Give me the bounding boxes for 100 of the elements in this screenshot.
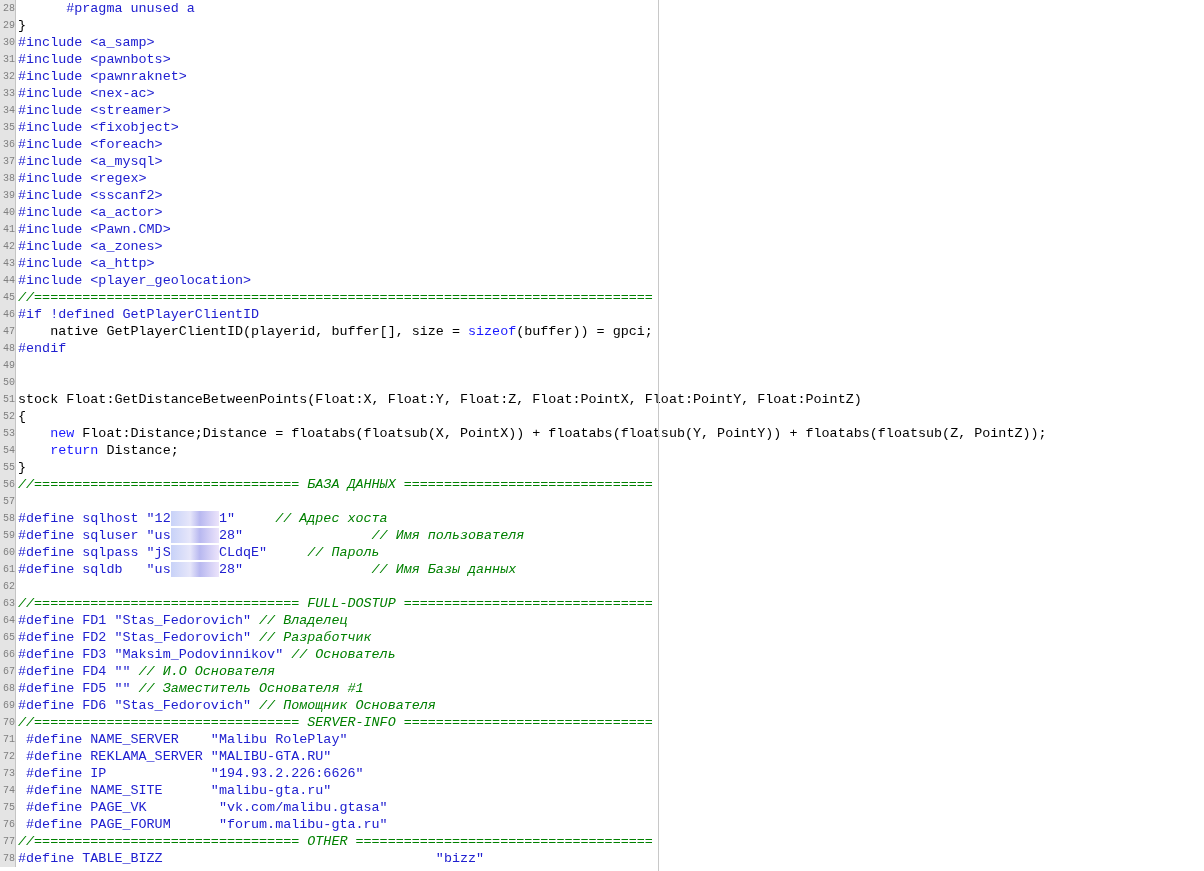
line-number: 68 <box>3 682 15 696</box>
code-line: #define FD6 "Stas_Fedorovich" // Помощник Основателя <box>18 697 436 714</box>
line-number: 46 <box>3 308 15 322</box>
code-line: //================================= SERVER-INFO =============================== <box>18 714 653 731</box>
code-line: #include <fixobject> <box>18 119 179 136</box>
code-text: 28" <box>218 527 244 544</box>
line-number: 32 <box>3 70 15 84</box>
code-text: #define sqldb "us <box>18 561 171 578</box>
line-number: 62 <box>3 580 15 594</box>
line-number: 40 <box>3 206 15 220</box>
line-number: 39 <box>3 189 15 203</box>
code-line: #endif <box>18 340 67 357</box>
code-comment: // Пароль <box>307 544 380 561</box>
line-number: 43 <box>3 257 15 271</box>
code-text: 1" <box>218 510 236 527</box>
line-number: 54 <box>3 444 15 458</box>
redaction-block <box>170 511 219 526</box>
code-line: #include <player_geolocation> <box>18 272 252 289</box>
code-line: #include <sscanf2> <box>18 187 163 204</box>
code-line: native GetPlayerClientID(playerid, buffer[], size = sizeof(buffer)) = gpci; <box>49 323 653 340</box>
code-line: #pragma unused a <box>65 0 195 17</box>
redaction-block <box>170 545 219 560</box>
line-number: 47 <box>3 325 15 339</box>
code-line: #include <a_samp> <box>18 34 155 51</box>
code-line: #include <streamer> <box>18 102 171 119</box>
code-text: CLdqE" <box>218 544 269 561</box>
code-line: #define FD3 "Maksim_Podovinnikov" // Основатель <box>18 646 396 663</box>
line-number: 53 <box>3 427 15 441</box>
code-text: #define sqluser "us <box>18 527 171 544</box>
code-text: #define sqlpass "jS <box>18 544 171 561</box>
line-number: 76 <box>3 818 15 832</box>
code-line: #define FD4 "" // И.О Основателя <box>18 663 276 680</box>
code-line: } <box>18 17 27 34</box>
code-line: return Distance; <box>49 442 179 459</box>
code-line: #define REKLAMA_SERVER "MALIBU-GTA.RU" <box>25 748 332 765</box>
code-line: #define NAME_SITE "malibu-gta.ru" <box>25 782 332 799</box>
line-number: 29 <box>3 19 15 33</box>
line-number: 36 <box>3 138 15 152</box>
line-number: 63 <box>3 597 15 611</box>
line-number: 42 <box>3 240 15 254</box>
line-number: 71 <box>3 733 15 747</box>
line-number: 74 <box>3 784 15 798</box>
code-line: #define IP "194.93.2.226:6626" <box>25 765 364 782</box>
code-line: #include <pawnbots> <box>18 51 171 68</box>
line-number: 58 <box>3 512 15 526</box>
code-line: //================================= OTHER ===================================== <box>18 833 653 850</box>
code-line: #include <a_http> <box>18 255 155 272</box>
code-line: #include <nex-ac> <box>18 85 155 102</box>
line-number: 33 <box>3 87 15 101</box>
line-number: 51 <box>3 393 15 407</box>
code-line: #include <Pawn.CMD> <box>18 221 171 238</box>
code-line: #include <a_actor> <box>18 204 163 221</box>
code-line: //================================= БАЗА ДАННЫХ =============================== <box>18 476 653 493</box>
line-number: 69 <box>3 699 15 713</box>
redaction-block <box>170 562 219 577</box>
code-line: #include <regex> <box>18 170 147 187</box>
line-number: 67 <box>3 665 15 679</box>
line-number: 65 <box>3 631 15 645</box>
code-comment: // Имя Базы данных <box>371 561 517 578</box>
code-line: stock Float:GetDistanceBetweenPoints(Float:X, Float:Y, Float:Z, Float:PointX, Float:PointY, Float:PointZ) <box>18 391 862 408</box>
code-line: #if !defined GetPlayerClientID <box>18 306 260 323</box>
line-number: 48 <box>3 342 15 356</box>
line-number: 45 <box>3 291 15 305</box>
line-number: 28 <box>3 2 15 16</box>
line-number: 60 <box>3 546 15 560</box>
code-comment: // Адрес хоста <box>275 510 388 527</box>
line-number: 72 <box>3 750 15 764</box>
code-line: } <box>18 459 27 476</box>
code-line: #define FD2 "Stas_Fedorovich" // Разработчик <box>18 629 372 646</box>
line-number: 50 <box>3 376 15 390</box>
line-number: 30 <box>3 36 15 50</box>
code-line: #define TABLE_BIZZ "bizz" <box>18 850 485 867</box>
code-line: #define PAGE_FORUM "forum.malibu-gta.ru" <box>25 816 388 833</box>
line-number: 38 <box>3 172 15 186</box>
code-line: #define FD5 "" // Заместитель Основателя #1 <box>18 680 364 697</box>
code-comment: // Имя пользователя <box>371 527 525 544</box>
code-line: #include <a_mysql> <box>18 153 163 170</box>
code-line: #define FD1 "Stas_Fedorovich" // Владелец <box>18 612 348 629</box>
line-number: 73 <box>3 767 15 781</box>
line-number: 61 <box>3 563 15 577</box>
line-number: 77 <box>3 835 15 849</box>
code-line: #define NAME_SERVER "Malibu RolePlay" <box>25 731 348 748</box>
code-line: #include <a_zones> <box>18 238 163 255</box>
line-number: 57 <box>3 495 15 509</box>
redaction-block <box>170 528 219 543</box>
line-number: 52 <box>3 410 15 424</box>
code-text: 28" <box>218 561 244 578</box>
line-number: 37 <box>3 155 15 169</box>
code-text: #define sqlhost "12 <box>18 510 171 527</box>
code-line: #include <foreach> <box>18 136 163 153</box>
code-line: new Float:Distance;Distance = floatabs(floatsub(X, PointX)) + floatabs(floatsub(Y, PointY)) + floatabs(floatsub(Z, PointZ)); <box>49 425 1047 442</box>
line-number: 35 <box>3 121 15 135</box>
code-line: { <box>18 408 27 425</box>
line-number: 55 <box>3 461 15 475</box>
line-number: 59 <box>3 529 15 543</box>
line-number: 75 <box>3 801 15 815</box>
code-line: #include <pawnraknet> <box>18 68 187 85</box>
code-line: #define PAGE_VK "vk.com/malibu.gtasa" <box>25 799 388 816</box>
line-number: 31 <box>3 53 15 67</box>
line-number: 78 <box>3 852 15 866</box>
